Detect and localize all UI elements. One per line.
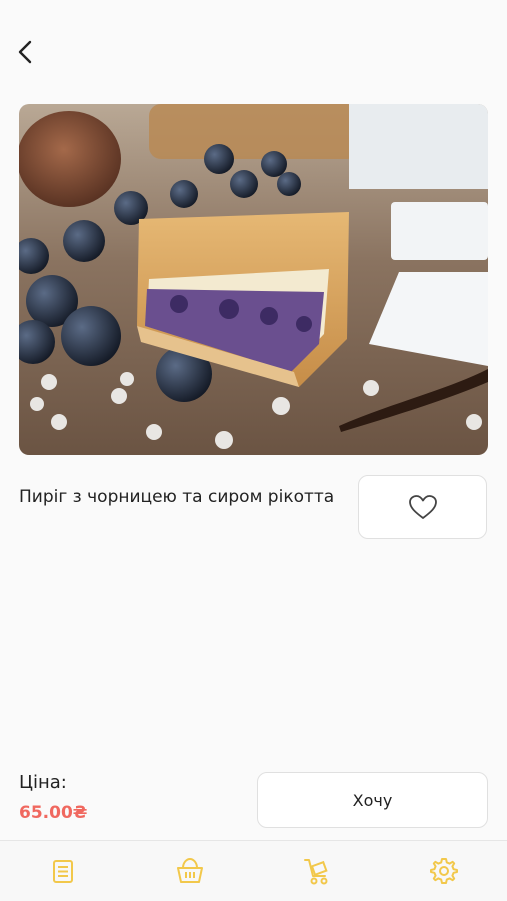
tab-delivery[interactable] <box>297 851 337 891</box>
tab-basket[interactable] <box>170 851 210 891</box>
delivery-cart-icon <box>303 859 328 885</box>
basket-icon <box>177 857 204 883</box>
bottom-tab-bar <box>0 840 507 901</box>
chevron-left-icon <box>18 40 32 64</box>
gear-icon <box>429 858 458 884</box>
tab-settings[interactable] <box>424 851 464 891</box>
want-button[interactable]: Хочу <box>257 772 488 828</box>
product-title: Пиріг з чорницею та сиром рікотта <box>19 487 335 507</box>
want-button-label: Хочу <box>352 790 393 810</box>
back-button[interactable] <box>12 36 40 68</box>
menu-list-icon <box>53 860 74 883</box>
heart-icon <box>408 495 437 519</box>
favorite-button[interactable] <box>358 475 487 539</box>
price-value: 65.00₴ <box>19 803 88 823</box>
price-label: Ціна: <box>19 772 67 793</box>
tab-menu[interactable] <box>43 851 83 891</box>
product-photo <box>19 104 488 455</box>
